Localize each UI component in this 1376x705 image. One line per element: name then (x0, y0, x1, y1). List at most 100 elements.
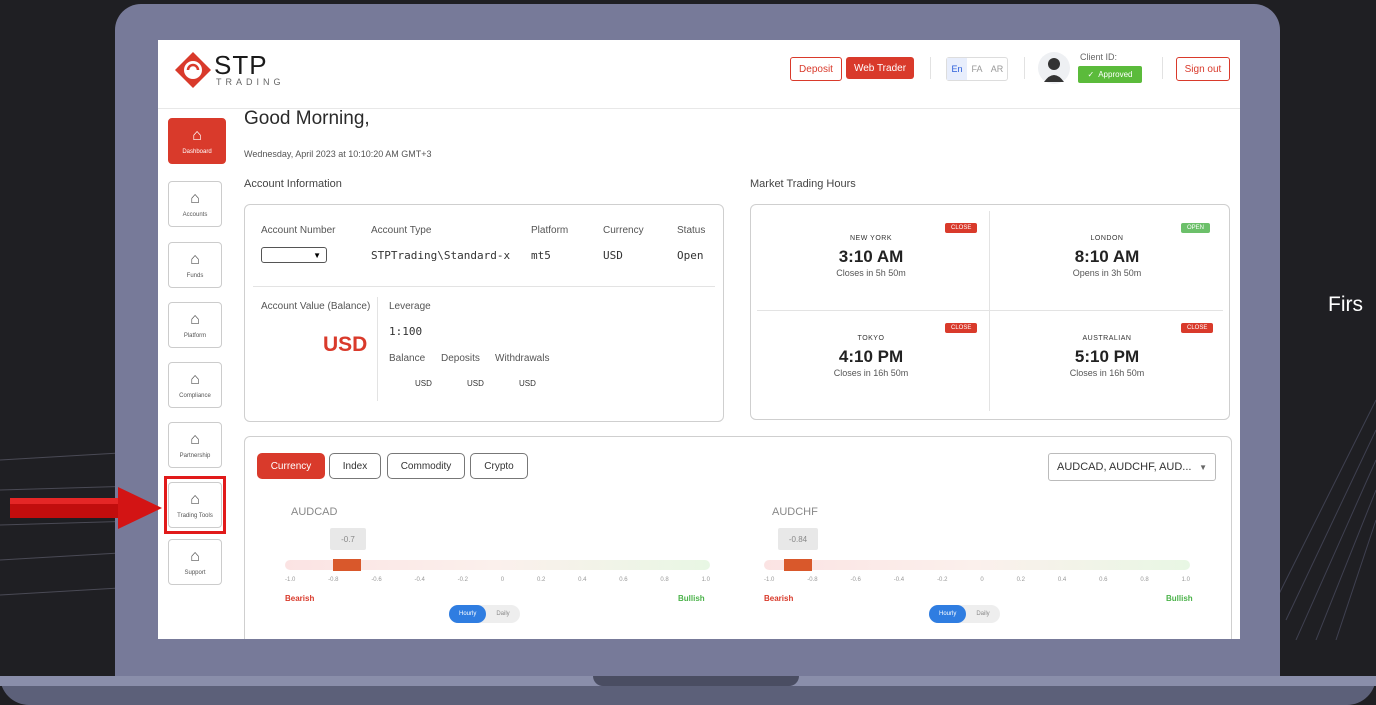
toggle-hourly[interactable]: Hourly (449, 605, 487, 623)
home-icon: ⌂ (192, 127, 202, 144)
user-icon (1044, 58, 1064, 82)
market-cell-tokyo: TOKYO 4:10 PM Closes in 16h 50m (771, 335, 971, 378)
city-label: NEW YORK (850, 235, 892, 242)
deposits-label: Deposits (441, 353, 480, 364)
scale-tick: 0.4 (1057, 577, 1067, 583)
market-cell-newyork: NEW YORK 3:10 AM Closes in 5h 50m (771, 235, 971, 278)
sidebar-item-partnership[interactable]: ⌂ Partnership (168, 422, 222, 468)
sidebar-item-label: Platform (183, 333, 207, 339)
market-note: Closes in 16h 50m (833, 368, 909, 378)
home-icon: ⌂ (190, 251, 200, 268)
sign-out-button[interactable]: Sign out (1176, 57, 1230, 81)
scale-tick: -0.2 (937, 577, 948, 583)
sidebar-item-dashboard[interactable]: ⌂ Dashboard (168, 118, 226, 164)
account-panel: Account Number Account Type Platform Cur… (244, 204, 724, 422)
deposit-button[interactable]: Deposit (790, 57, 842, 81)
scale-tick: 0.8 (1140, 577, 1149, 583)
outside-text: Firs (1328, 293, 1363, 316)
withdrawals-value: USD (519, 379, 536, 388)
scale-tick: 0.8 (660, 577, 669, 583)
scale-tick: 0 (980, 577, 984, 583)
date-line: Wednesday, April 2023 at 10:10:20 AM GMT… (244, 149, 432, 159)
account-type-value: STPTrading\Standard-x (371, 249, 511, 262)
market-cell-australian: AUSTRALIAN 5:10 PM Closes in 16h 50m (1007, 335, 1207, 378)
tab-currency[interactable]: Currency (257, 453, 325, 479)
pairs-select[interactable]: AUDCAD, AUDCHF, AUD... ▼ (1048, 453, 1216, 481)
sidebar-item-label: Compliance (179, 393, 211, 399)
gauge-value-audchf: -0.84 (778, 528, 818, 550)
bearish-label: Bearish (285, 594, 315, 603)
market-note: Opens in 3h 50m (1072, 268, 1142, 278)
scale-tick: -0.6 (371, 577, 382, 583)
divider (989, 211, 990, 411)
chevron-down-icon: ▼ (313, 250, 321, 260)
market-time: 4:10 PM (838, 347, 904, 366)
toggle-daily[interactable]: Daily (966, 605, 999, 623)
tab-commodity[interactable]: Commodity (387, 453, 465, 479)
sidebar-item-support[interactable]: ⌂ Support (168, 539, 222, 585)
gauge-track-audchf (764, 560, 1190, 570)
balance-label: Balance (389, 353, 426, 364)
lang-ar[interactable]: AR (987, 58, 1007, 80)
divider (930, 57, 931, 79)
toggle-daily[interactable]: Daily (486, 605, 519, 623)
page-title: Good Morning, (244, 108, 370, 129)
sidebar-item-compliance[interactable]: ⌂ Compliance (168, 362, 222, 408)
balance-value: USD (415, 379, 432, 388)
scale-tick: 0.2 (1016, 577, 1025, 583)
divider (1024, 57, 1025, 79)
currency-value: USD (603, 249, 623, 262)
divider (377, 297, 378, 401)
sidebar-item-accounts[interactable]: ⌂ Accounts (168, 181, 222, 227)
timeframe-toggle[interactable]: Hourly Daily (929, 605, 1000, 623)
sidebar-item-label: Partnership (179, 453, 211, 459)
scale-tick: 0 (500, 577, 505, 583)
brand-sub: TRADING (216, 77, 285, 87)
col-account-number: Account Number (261, 225, 336, 236)
col-status: Status (677, 225, 706, 236)
gauge-scale-audchf: -1.0 -0.8 -0.6 -0.4 -0.2 0 0.2 0.4 0.6 0.8 1.0 (764, 577, 1190, 583)
scale-tick: 0.2 (536, 577, 546, 583)
account-number-select[interactable]: ▼ (261, 247, 327, 263)
toggle-hourly[interactable]: Hourly (929, 605, 967, 623)
tab-crypto[interactable]: Crypto (470, 453, 528, 479)
home-icon: ⌂ (190, 431, 200, 448)
chevron-down-icon: ▼ (1199, 462, 1207, 472)
home-icon: ⌂ (190, 548, 200, 565)
sidebar-item-funds[interactable]: ⌂ Funds (168, 242, 222, 288)
col-account-type: Account Type (371, 225, 432, 236)
home-icon: ⌂ (190, 371, 200, 388)
market-badge-tokyo: CLOSE (945, 323, 978, 333)
gauge-marker-audcad (333, 559, 361, 571)
status-value: Open (677, 249, 704, 262)
status-badge: ✓ Approved (1078, 66, 1142, 83)
web-trader-button[interactable]: Web Trader (846, 57, 914, 79)
gauge-value-audcad: -0.7 (330, 528, 366, 550)
red-arrow-icon (10, 487, 162, 529)
pairs-select-value: AUDCAD, AUDCHF, AUD... (1057, 461, 1192, 473)
account-value-currency: USD (323, 333, 368, 356)
sidebar-item-platform[interactable]: ⌂ Platform (168, 302, 222, 348)
timeframe-toggle[interactable]: Hourly Daily (449, 605, 520, 623)
lang-fa[interactable]: FA (967, 58, 987, 80)
scale-tick: 0.6 (1099, 577, 1108, 583)
sidebar-item-label: Funds (186, 273, 204, 279)
sidebar-item-label: Support (184, 570, 206, 576)
market-panel: CLOSE NEW YORK 3:10 AM Closes in 5h 50m … (750, 204, 1230, 420)
market-note: Closes in 5h 50m (836, 268, 906, 278)
platform-value: mt5 (531, 249, 551, 262)
divider (757, 310, 1223, 311)
top-bar: STP TRADING Deposit Web Trader En FA AR … (158, 40, 1240, 109)
avatar[interactable] (1038, 52, 1070, 84)
lang-en[interactable]: En (947, 58, 967, 80)
city-label: LONDON (1090, 235, 1124, 242)
market-badge-newyork: CLOSE (945, 223, 978, 233)
deposits-value: USD (467, 379, 484, 388)
gauge-title-audchf: AUDCHF (772, 506, 818, 518)
scale-tick: -0.4 (414, 577, 425, 583)
stp-logo-icon (175, 52, 211, 88)
city-label: TOKYO (857, 335, 885, 342)
tab-index[interactable]: Index (329, 453, 381, 479)
bullish-label: Bullish (678, 594, 705, 603)
scale-tick: -0.4 (893, 577, 905, 583)
